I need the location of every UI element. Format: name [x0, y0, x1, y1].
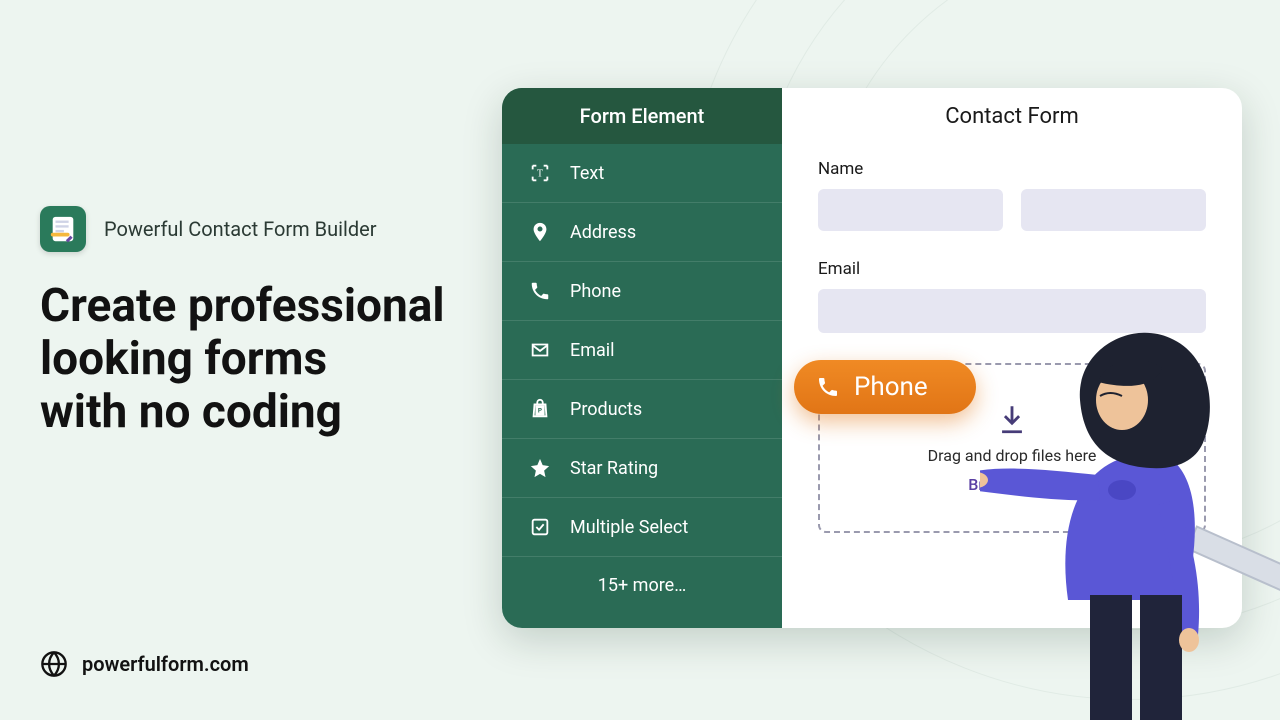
element-text[interactable]: T Text: [502, 144, 782, 203]
element-label: Address: [570, 222, 636, 243]
location-pin-icon: [528, 220, 552, 244]
text-icon: T: [528, 161, 552, 185]
sidebar-form-elements: Form Element T Text Address Phone Email …: [502, 88, 782, 628]
app-logo: [40, 206, 86, 252]
drag-chip-label: Phone: [854, 372, 928, 402]
preview-title: Contact Form: [818, 88, 1206, 159]
globe-icon: [40, 650, 68, 678]
element-label: Text: [570, 163, 604, 184]
star-icon: [528, 456, 552, 480]
phone-icon: [528, 279, 552, 303]
phone-icon: [816, 375, 840, 399]
element-multiple-select[interactable]: Multiple Select: [502, 498, 782, 557]
email-icon: [528, 338, 552, 362]
element-email[interactable]: Email: [502, 321, 782, 380]
svg-text:P: P: [538, 407, 542, 415]
element-address[interactable]: Address: [502, 203, 782, 262]
dragging-element-chip[interactable]: Phone: [794, 360, 976, 414]
more-elements-text: 15+ more…: [502, 557, 782, 620]
headline: Create professional looking forms with n…: [40, 280, 460, 439]
brand-name: Powerful Contact Form Builder: [104, 217, 377, 241]
name-field-label: Name: [818, 159, 1206, 179]
email-field-label: Email: [818, 259, 1206, 279]
element-label: Products: [570, 399, 642, 420]
element-label: Phone: [570, 281, 621, 302]
site-url: powerfulform.com: [82, 652, 249, 676]
element-label: Email: [570, 340, 615, 361]
checklist-icon: [528, 515, 552, 539]
element-products[interactable]: PP Products: [502, 380, 782, 439]
element-star-rating[interactable]: Star Rating: [502, 439, 782, 498]
element-label: Star Rating: [570, 458, 658, 479]
sidebar-title: Form Element: [502, 88, 782, 144]
svg-text:T: T: [537, 169, 543, 180]
person-illustration: [980, 290, 1280, 720]
element-phone[interactable]: Phone: [502, 262, 782, 321]
first-name-input[interactable]: [818, 189, 1003, 231]
shopping-bag-icon: PP: [528, 397, 552, 421]
last-name-input[interactable]: [1021, 189, 1206, 231]
element-label: Multiple Select: [570, 517, 688, 538]
